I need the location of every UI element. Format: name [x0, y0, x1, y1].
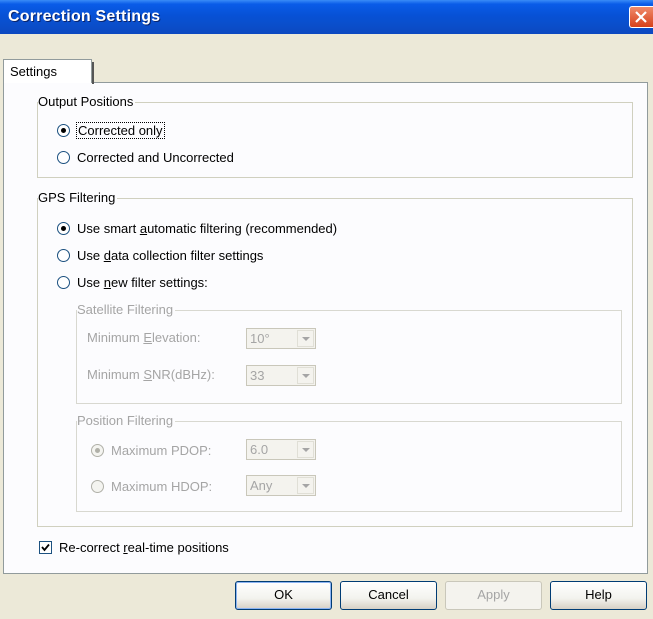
tab-settings[interactable]: Settings	[3, 59, 94, 84]
min-elevation-dropdown-button[interactable]	[297, 330, 314, 347]
help-button[interactable]: Help	[550, 581, 647, 610]
chevron-down-icon	[302, 448, 310, 452]
output-positions-label: Output Positions	[38, 94, 136, 109]
gps-filtering-label: GPS Filtering	[38, 190, 118, 205]
tab-settings-label: Settings	[10, 64, 57, 79]
new-filter-settings-label: Use new filter settings:	[77, 274, 208, 290]
max-hdop-value: Any	[250, 478, 273, 493]
smart-filtering-radio[interactable]	[57, 221, 70, 235]
max-pdop-value: 6.0	[250, 442, 269, 457]
data-collection-filter-radio[interactable]	[57, 248, 70, 262]
checkmark-icon	[41, 543, 50, 551]
chevron-down-icon	[302, 374, 310, 378]
min-elevation-label: Minimum Elevation:	[87, 330, 201, 345]
corrected-and-uncorrected-label: Corrected and Uncorrected	[77, 149, 234, 165]
max-hdop-radio[interactable]	[91, 479, 104, 493]
window-title: Correction Settings	[8, 8, 161, 25]
recorrect-label: Re-correct real-time positions	[59, 539, 229, 555]
chevron-down-icon	[302, 484, 310, 488]
max-hdop-dropdown-button[interactable]	[297, 477, 314, 494]
max-pdop-option[interactable]: Maximum PDOP:	[91, 441, 211, 459]
apply-button[interactable]: Apply	[445, 581, 542, 610]
min-elevation-value: 10°	[250, 331, 270, 346]
title-bar: Correction Settings	[0, 0, 653, 34]
corrected-and-uncorrected-radio[interactable]	[57, 150, 70, 164]
recorrect-checkbox[interactable]	[39, 540, 52, 554]
settings-panel: Output Positions Corrected only Correcte…	[3, 82, 648, 574]
chevron-down-icon	[302, 337, 310, 341]
max-hdop-option[interactable]: Maximum HDOP:	[91, 477, 212, 495]
min-snr-dropdown-button[interactable]	[297, 367, 314, 384]
corrected-only-label: Corrected only	[76, 121, 165, 139]
output-positions-group: Output Positions Corrected only Correcte…	[37, 94, 633, 178]
satellite-filtering-group: Satellite Filtering Minimum Elevation: 1…	[76, 302, 622, 404]
data-collection-filter-label: Use data collection filter settings	[77, 247, 264, 263]
max-pdop-radio[interactable]	[91, 443, 104, 457]
min-snr-label: Minimum SNR(dBHz):	[87, 367, 215, 382]
corrected-only-radio[interactable]	[57, 123, 70, 137]
cancel-button[interactable]: Cancel	[340, 581, 437, 610]
corrected-and-uncorrected-option[interactable]: Corrected and Uncorrected	[57, 148, 234, 166]
max-hdop-dropdown[interactable]: Any	[246, 475, 316, 496]
tab-divider	[92, 62, 94, 84]
position-filtering-group: Position Filtering Maximum PDOP: 6.0 Max…	[76, 413, 622, 512]
new-filter-settings-radio[interactable]	[57, 275, 70, 289]
data-collection-filter-option[interactable]: Use data collection filter settings	[57, 246, 263, 264]
corrected-only-option[interactable]: Corrected only	[57, 121, 165, 139]
max-pdop-dropdown-button[interactable]	[297, 441, 314, 458]
close-button[interactable]	[629, 6, 653, 28]
min-snr-dropdown[interactable]: 33	[246, 365, 316, 386]
max-pdop-label: Maximum PDOP:	[111, 442, 212, 458]
smart-filtering-label: Use smart automatic filtering (recommend…	[77, 220, 338, 236]
recorrect-option[interactable]: Re-correct real-time positions	[39, 538, 229, 556]
satellite-filtering-label: Satellite Filtering	[77, 302, 176, 317]
gps-filtering-group: GPS Filtering Use smart automatic filter…	[37, 190, 633, 527]
max-pdop-dropdown[interactable]: 6.0	[246, 439, 316, 460]
min-elevation-dropdown[interactable]: 10°	[246, 328, 316, 349]
smart-filtering-option[interactable]: Use smart automatic filtering (recommend…	[57, 219, 337, 237]
max-hdop-label: Maximum HDOP:	[111, 478, 213, 494]
min-snr-value: 33	[250, 368, 265, 383]
close-icon	[635, 11, 647, 23]
ok-button[interactable]: OK	[235, 581, 332, 610]
new-filter-settings-option[interactable]: Use new filter settings:	[57, 273, 208, 291]
position-filtering-label: Position Filtering	[77, 413, 176, 428]
